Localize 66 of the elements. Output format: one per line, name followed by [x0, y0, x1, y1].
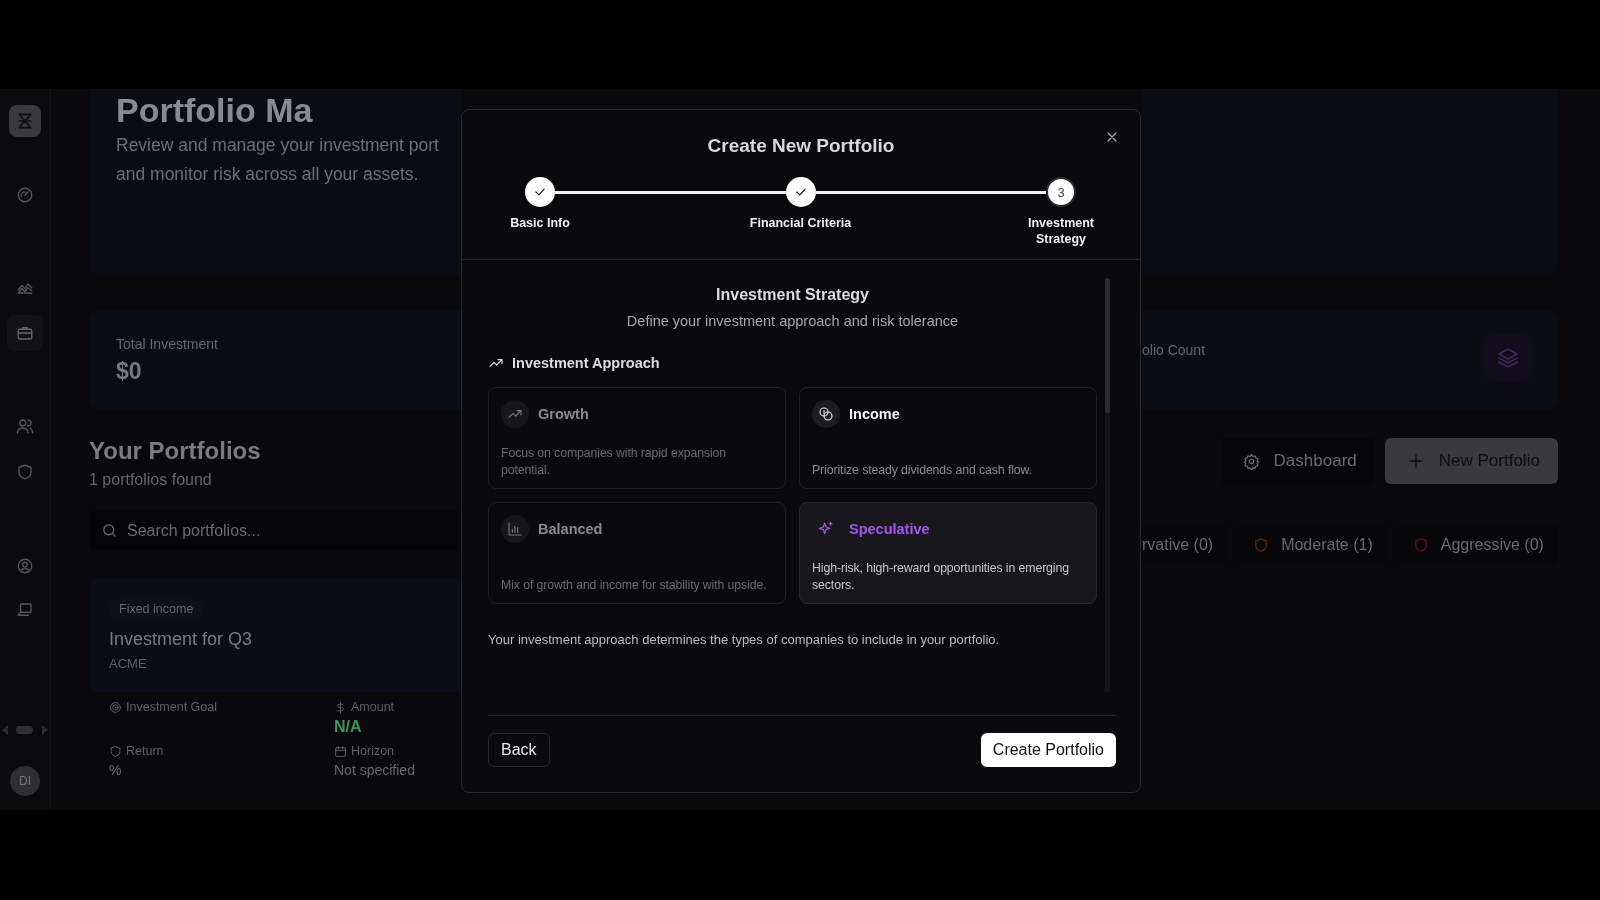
page-title: Portfolio Ma	[116, 91, 313, 129]
step-label: Basic Info	[509, 215, 571, 232]
logo-icon	[15, 111, 35, 131]
users-icon	[16, 417, 34, 435]
dashboard-button[interactable]: Dashboard	[1220, 438, 1375, 484]
coins-icon	[818, 406, 834, 422]
page-subtitle: Review and manage your investment port	[116, 134, 439, 157]
portfolio-count: 1 portfolios found	[89, 471, 212, 489]
calendar-icon	[334, 744, 347, 758]
field-label: Return	[126, 744, 164, 758]
settings-icon	[1242, 452, 1260, 470]
user-avatar[interactable]: DI	[10, 766, 40, 796]
target-icon	[109, 700, 122, 714]
scroll-indicator-icon	[2, 724, 48, 736]
step-label: Investment Strategy	[1027, 215, 1095, 247]
step-circle: 3	[1046, 177, 1076, 207]
plus-icon	[1406, 452, 1425, 470]
approach-label: Investment Approach	[512, 355, 660, 371]
dollar-icon	[334, 700, 347, 714]
back-button[interactable]: Back	[488, 733, 550, 767]
option-title: Speculative	[849, 521, 930, 537]
option-title: Growth	[538, 406, 589, 422]
laptop-icon	[16, 601, 34, 619]
dialog-title: Create New Portfolio	[707, 135, 895, 157]
scrollbar-thumb[interactable]	[1105, 278, 1110, 413]
field-value: %	[109, 762, 122, 778]
page-subtitle: and monitor risk across all your assets.	[116, 163, 419, 186]
portfolio-card[interactable]: Fixed income Investment for Q3 ACME	[89, 577, 462, 692]
option-description: Focus on companies with rapid expansion potential.	[501, 445, 728, 478]
bar-chart-icon	[507, 521, 523, 537]
field-value: Not specified	[334, 762, 415, 778]
approach-option[interactable]: Balanced Mix of growth and income for stability with upside.	[488, 502, 786, 604]
section-title: Your Portfolios	[89, 437, 261, 465]
briefcase-icon	[16, 324, 34, 342]
search-icon	[101, 522, 118, 539]
section-description: Define your investment approach and risk tolerance	[625, 313, 960, 329]
layers-icon	[1495, 346, 1520, 370]
step-label: Financial Criteria	[748, 215, 853, 232]
option-description: Prioritize steady dividends and cash flow.	[812, 461, 1033, 478]
section-heading: Investment Strategy	[715, 286, 870, 304]
stat-value: $0	[116, 357, 142, 385]
search-field[interactable]: Search portfolios...	[89, 511, 462, 551]
approach-option[interactable]: Growth Focus on companies with rapid expansion potential.	[488, 387, 786, 489]
option-title: Balanced	[538, 521, 603, 537]
shield-icon	[16, 463, 34, 481]
option-title: Income	[849, 406, 900, 422]
stat-label: Total Investment	[116, 335, 218, 352]
app-logo[interactable]	[9, 105, 41, 137]
gauge-icon	[16, 186, 34, 204]
company-name: ACME	[109, 656, 147, 671]
portfolio-name: Investment for Q3	[109, 629, 253, 650]
approach-option[interactable]: Income Prioritize steady dividends and cash flow.	[799, 387, 1097, 489]
user-circle-icon	[16, 557, 34, 575]
create-portfolio-button[interactable]: Create Portfolio	[980, 733, 1116, 767]
option-description: High-risk, high-reward opportunities in emerging sectors.	[812, 560, 1070, 593]
approach-option[interactable]: Speculative High-risk, high-reward opportunities in emerging sectors.	[799, 502, 1097, 604]
option-description: Mix of growth and income for stability with upside.	[501, 576, 768, 593]
shield-icon	[109, 744, 122, 758]
stat-label: olio Count	[1142, 342, 1206, 358]
sparkles-icon	[818, 521, 834, 537]
field-label: Investment Goal	[126, 700, 217, 714]
field-label: Horizon	[351, 744, 395, 758]
field-label: Amount	[351, 700, 395, 714]
helper-text: Your investment approach determines the types of companies to include in your portfolio.	[488, 632, 1001, 647]
sidebar-item[interactable]	[7, 315, 43, 351]
field-value: N/A	[334, 718, 362, 736]
